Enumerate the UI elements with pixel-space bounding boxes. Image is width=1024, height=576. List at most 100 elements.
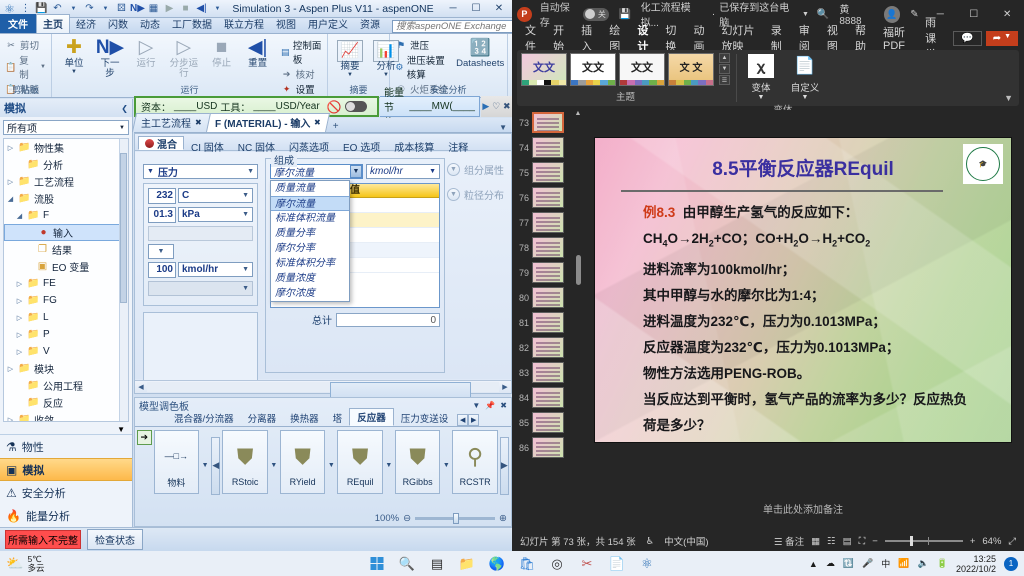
aspen-tab-equation-oriented[interactable]: 联立方程 — [218, 15, 270, 33]
particle-size-distribution-link[interactable]: ▼ 粒径分布 — [447, 187, 507, 202]
connect-icon[interactable]: ⚄ — [115, 2, 128, 15]
aspen-tab-view[interactable]: 视图 — [270, 15, 302, 33]
aspen-ribbon-tabs[interactable]: 文件 主页 经济 闪数 动态 工厂数据 联立方程 视图 用户定义 资源 🔍 △ … — [0, 14, 512, 34]
chevron-down-icon[interactable]: ▼ — [758, 94, 765, 101]
notes-placeholder[interactable]: 单击此处添加备注 — [582, 501, 1024, 516]
palette-scroll-left[interactable]: ◀ — [211, 436, 221, 495]
slide-thumbnail[interactable] — [532, 162, 564, 183]
tree-twisty-icon[interactable]: ▷ — [15, 348, 24, 356]
autosave-toggle[interactable]: 关 — [583, 7, 609, 21]
sidebar-item-flask[interactable]: ⚗ 物性 — [0, 435, 132, 458]
chevron-left-icon[interactable]: ❮ — [121, 104, 128, 113]
component-attributes-link[interactable]: ▼ 组分属性 — [447, 162, 507, 177]
redo-icon[interactable]: ↷ — [83, 2, 96, 15]
close-icon[interactable]: ✖ — [314, 118, 321, 127]
chevron-down-icon[interactable]: ▼ — [158, 248, 165, 255]
ribbon-right-actions[interactable]: 💬 ➦ ▼ — [953, 30, 1019, 46]
chevron-down-icon[interactable]: ▼ — [242, 266, 249, 273]
slide-thumbnail[interactable] — [532, 187, 564, 208]
dropdown-option[interactable]: 摩尔流量 — [271, 196, 349, 211]
dropdown-option[interactable]: 标准体积流量 — [271, 211, 349, 226]
work-tab-f-material-input[interactable]: F (MATERIAL) - 输入 ✖ — [205, 113, 330, 132]
slide-thumbnail-item[interactable]: 74 — [512, 135, 582, 160]
step-run-command[interactable]: ▷ 分步运行 — [165, 36, 203, 80]
form-tab-other[interactable]: 注释 — [441, 136, 475, 154]
tree-node[interactable]: ◢ 📁 流股 — [4, 190, 128, 207]
dropdown-option[interactable]: 质量浓度 — [271, 271, 349, 286]
tree-node[interactable]: ❐ 结果 — [4, 241, 128, 258]
tree-node[interactable]: ▣ EO 变量 — [4, 258, 128, 275]
units-command[interactable]: ✚ 单位 ▼ — [57, 36, 91, 76]
chevron-down-icon[interactable]: ▼ — [247, 168, 254, 175]
aspen-maximize-button[interactable]: ☐ — [465, 3, 487, 14]
tree-scroll-thumb[interactable] — [120, 153, 127, 303]
slide-thumbnail[interactable] — [532, 237, 564, 258]
tree-twisty-icon[interactable]: ▷ — [15, 280, 24, 288]
tree-node-selected[interactable]: ● 输入 — [4, 224, 128, 241]
palette-zoom-control[interactable]: 100% ⊖ ⊕ — [375, 513, 507, 524]
reconcile-command[interactable]: ➔ 核对 — [281, 67, 322, 82]
composition-basis-dropdown-list[interactable]: 质量流量 摩尔流量 标准体积流量 质量分率 摩尔分率 标准体积分率 质量浓度 摩尔浓度 — [270, 180, 350, 302]
palette-category-tabs[interactable]: 混合器/分流器 分离器 换热器塔反应器 压力变送设 ◀ ▶ — [135, 408, 511, 427]
temperature-unit-dropdown[interactable]: C ▼ — [178, 188, 253, 203]
zoom-slider-knob[interactable] — [909, 536, 913, 546]
weather-widget[interactable]: ⛅ 5℃ 多云 — [6, 554, 44, 573]
aspen-tab-resources[interactable]: 资源 — [354, 15, 386, 33]
accessibility-icon[interactable]: ♿ — [646, 536, 655, 547]
notification-badge[interactable]: 1 — [1004, 556, 1018, 571]
tree-node[interactable]: ▷ 📁 模块 — [4, 360, 128, 377]
palette-next-icon[interactable]: ▶ — [468, 414, 480, 426]
ppt-close-button[interactable]: ✕ — [996, 9, 1019, 20]
tree-node[interactable]: 📁 分析 — [4, 156, 128, 173]
aspen-icon[interactable]: ⚛ — [638, 554, 657, 573]
tree-node[interactable]: ◢ 📁 F — [4, 207, 128, 224]
tree-twisty-icon[interactable]: ▷ — [6, 144, 15, 152]
economics-bar-controls[interactable]: ▶ ♡ ✖ — [481, 96, 512, 117]
variants-button[interactable]: 𝛘 变体 ▼ — [743, 54, 779, 101]
dropdown-option[interactable]: 摩尔浓度 — [271, 286, 349, 301]
tree-twisty-icon[interactable]: ▷ — [6, 178, 15, 186]
system-tray[interactable]: ▲ ☁ 🔃 🎤 中 📶 🔈 🔋 13:25 2022/10/2 1 — [809, 554, 1018, 574]
aspen-minimize-button[interactable]: ─ — [442, 3, 464, 14]
sync-icon[interactable]: 🔃 — [843, 558, 854, 569]
form-tab-other[interactable]: 成本核算 — [387, 136, 441, 154]
avatar[interactable]: 👤 — [883, 5, 901, 23]
slide-thumbnail-item[interactable]: 78 — [512, 235, 582, 260]
palette-item-requil[interactable]: ⛊ REquil — [337, 430, 383, 494]
zoom-slider[interactable] — [415, 513, 496, 524]
ime-indicator[interactable]: 中 — [881, 557, 890, 570]
palette-tab[interactable]: 混合器/分流器 — [167, 410, 241, 426]
zoom-in-icon[interactable]: ⊕ — [499, 513, 507, 524]
taskbar-app-icons[interactable]: 🔍 ▤ 📁 🌎 🛍 ◎ ✂ 📄 ⚛ — [368, 554, 657, 573]
clock[interactable]: 13:25 2022/10/2 — [956, 554, 996, 574]
slide-thumbnail[interactable] — [532, 137, 564, 158]
scroll-right-icon[interactable]: ▶ — [499, 383, 511, 391]
theme-thumbnail-4[interactable]: 文 文 — [668, 53, 714, 86]
temperature-value[interactable]: 232 — [148, 188, 176, 204]
normal-view-icon[interactable]: ▦ — [811, 536, 820, 547]
tree-twisty-icon[interactable]: ▷ — [6, 416, 15, 422]
new-tab-button[interactable]: + — [327, 121, 345, 132]
tree-node[interactable]: ▷ 📁 FG — [4, 292, 128, 309]
comment-icon[interactable]: 💬 — [953, 30, 982, 46]
tree-node[interactable]: ▷ 📁 V — [4, 343, 128, 360]
chevron-down-icon[interactable]: ▼ — [270, 462, 278, 469]
nav-more-icon[interactable]: ▼ — [0, 425, 132, 434]
form-tab-other[interactable]: EO 选项 — [336, 136, 387, 154]
sidebar-item-energy[interactable]: 🔥 能量分析 — [0, 504, 132, 527]
economics-toggle[interactable] — [344, 101, 367, 112]
aspen-search-box[interactable]: 🔍 — [392, 19, 512, 33]
close-icon[interactable]: ✖ — [195, 118, 202, 127]
slide-thumbnail-item[interactable]: 79 — [512, 260, 582, 285]
chevron-down-icon[interactable]: ▼ — [350, 165, 362, 178]
slide-thumbnail-item[interactable]: 82 — [512, 335, 582, 360]
slide-thumbnail[interactable] — [532, 262, 564, 283]
econ-close-icon[interactable]: ✖ — [503, 101, 511, 112]
cut-command[interactable]: ✂ 剪切 — [5, 38, 46, 53]
tree-twisty-icon[interactable]: ◢ — [6, 195, 15, 203]
search-icon[interactable]: 🔍 — [398, 554, 417, 573]
customize-qat-icon[interactable]: ▼ — [211, 2, 224, 15]
slide-thumbnail-item[interactable]: 86 — [512, 435, 582, 460]
slide-pane-scroll-thumb[interactable] — [576, 255, 581, 285]
chevron-down-icon[interactable]: ▼ — [429, 168, 436, 175]
